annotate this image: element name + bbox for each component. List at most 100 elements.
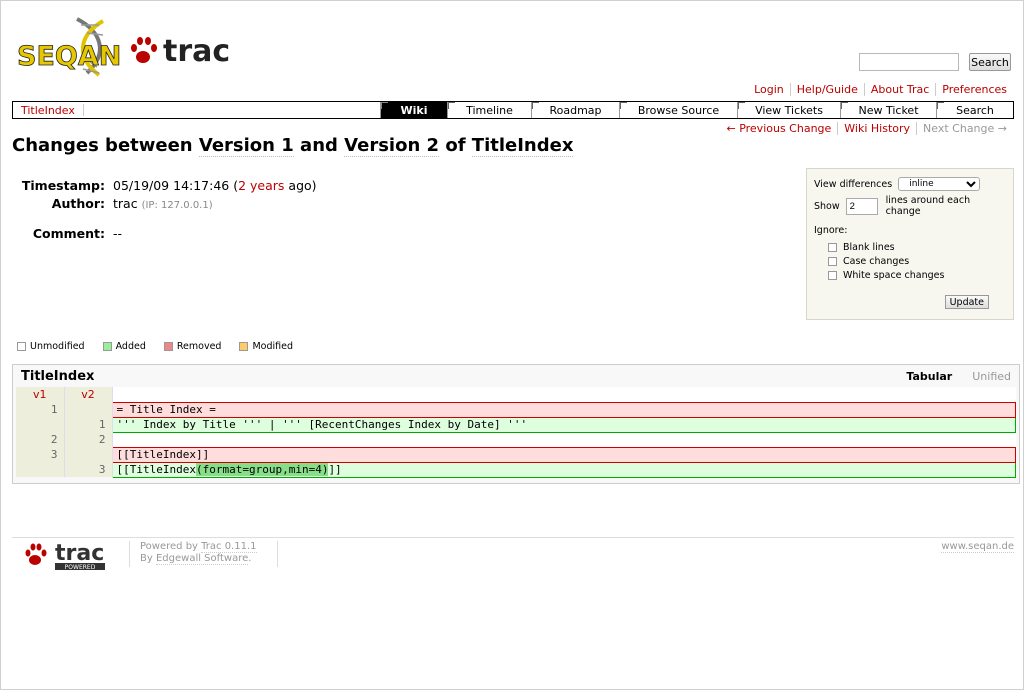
about-trac-link[interactable]: About Trac [863,83,935,96]
show-label: Show [814,200,840,212]
legend-modified: Modified [239,341,293,352]
version-2-link[interactable]: Version 2 [344,135,440,157]
change-overview: Timestamp: 05/19/09 14:17:46 (2 years ag… [21,178,317,244]
svg-text:POWERED: POWERED [65,564,96,571]
comment-value: -- [113,226,123,241]
diff-filename: TitleIndex [21,368,95,384]
line-number-v1[interactable] [16,462,65,477]
checkbox-icon[interactable] [828,256,837,266]
author-value: trac (IP: 127.0.0.1) [113,196,213,211]
trac-powered-logo[interactable]: trac POWERED [25,541,109,571]
legend-unmodified: Unmodified [17,341,85,352]
line-number-v2[interactable] [64,447,113,462]
line-number-v2[interactable] [64,402,113,417]
powered-by-text: Powered by Trac 0.11.1 By Edgewall Softw… [140,541,257,565]
author-ip: (IP: 127.0.0.1) [141,200,213,211]
help-guide-link[interactable]: Help/Guide [789,83,864,96]
nav-tab-search[interactable]: Search [936,102,1013,118]
update-button[interactable]: Update [944,295,989,309]
page-title: Changes between Version 1 and Version 2 … [12,135,574,157]
title-and: and [293,135,345,156]
nav-page-title[interactable]: TitleIndex [13,102,380,118]
checkbox-icon[interactable] [828,270,837,280]
seqan-logo[interactable]: SEQAN [17,13,129,85]
line-number-v1[interactable]: 2 [16,432,65,447]
edgewall-link[interactable]: Edgewall Software [155,553,249,565]
nav-tab-wiki[interactable]: Wiki [380,102,447,118]
unified-view-link[interactable]: Unified [972,370,1011,383]
tabular-view-link[interactable]: Tabular [906,370,952,383]
wiki-history-link[interactable]: Wiki History [837,122,916,135]
context-suffix: lines around each change [885,195,971,217]
col-v1-header: v1 [16,387,65,402]
diff-row: 1 = Title Index = [16,401,1016,418]
line-number-v1[interactable]: 1 [16,402,65,417]
line-number-v1[interactable]: 3 [16,447,65,462]
checkbox-icon[interactable] [828,242,837,252]
nav-tab-timeline[interactable]: Timeline [447,102,531,118]
swatch-icon [239,342,249,351]
author-label: Author: [51,196,105,211]
svg-text:SEQAN: SEQAN [17,41,121,72]
nav-tab-view-tickets[interactable]: View Tickets [737,102,840,118]
paw-icon [131,37,157,63]
diff-row: 2 2 [16,432,1016,447]
search-button[interactable]: Search [969,53,1011,71]
timeline-link[interactable]: 2 years [238,178,284,193]
meta-nav: Login Help/Guide About Trac Preferences [748,83,1007,96]
previous-change-link[interactable]: ← Previous Change [720,122,837,135]
diff-preferences: View differences inline Show lines aroun… [806,168,1014,320]
ignore-label: Ignore: [814,225,848,236]
line-number-v1[interactable] [16,417,65,432]
ignore-blank-lines[interactable]: Blank lines [828,240,1006,254]
diff-row: 3 [[TitleIndex(format=group,min=4)]] [16,461,1016,478]
legend-added: Added [102,341,146,352]
nav-tab-browse-source[interactable]: Browse Source [619,102,737,118]
swatch-icon [102,342,112,351]
footer-divider [12,537,1014,538]
swatch-icon [163,342,173,351]
page-name-link[interactable]: TitleIndex [471,135,574,157]
timestamp-value: 05/19/09 14:17:46 (2 years ago) [113,178,317,193]
diff-legend: Unmodified Added Removed Modified [17,341,311,352]
context-nav: ← Previous Change Wiki History Next Chan… [720,122,1007,135]
ignore-case-changes[interactable]: Case changes [828,254,1006,268]
line-number-v2[interactable]: 2 [64,432,113,447]
view-style-select[interactable]: inline [898,177,981,191]
col-v2-header: v2 [64,387,113,402]
nav-tab-roadmap[interactable]: Roadmap [531,102,619,118]
login-link[interactable]: Login [748,83,790,96]
diff-code [111,432,1016,447]
svg-text:trac: trac [55,541,104,566]
svg-text:trac: trac [163,34,229,69]
line-number-v2[interactable]: 1 [64,417,113,432]
paw-icon [25,543,47,565]
version-1-link[interactable]: Version 1 [198,135,294,157]
trac-version-link[interactable]: Trac 0.11.1 [201,541,257,553]
preferences-link[interactable]: Preferences [935,83,1007,96]
line-number-v2[interactable]: 3 [64,462,113,477]
site-link[interactable]: www.seqan.de [941,541,1014,553]
nav-tab-new-ticket[interactable]: New Ticket [840,102,936,118]
comment-label: Comment: [32,226,105,241]
diff-code: [[TitleIndex(format=group,min=4)]] [111,461,1016,478]
legend-removed: Removed [163,341,221,352]
main-nav: TitleIndex Wiki Timeline Roadmap Browse … [12,101,1014,119]
timestamp-label: Timestamp: [21,178,105,193]
diff-row: 3 [[TitleIndex]] [16,446,1016,463]
swatch-icon [17,342,26,351]
ignore-whitespace-changes[interactable]: White space changes [828,268,1006,282]
diff-code: = Title Index = [111,401,1016,418]
view-differences-label: View differences [814,178,893,190]
next-change-disabled: Next Change → [916,122,1007,135]
diff-table: v1 v2 1 = Title Index = 1 ''' Index by T… [16,387,1016,478]
trac-logo[interactable]: trac [129,31,229,71]
context-lines-input[interactable] [845,197,878,215]
title-prefix: Changes between [12,135,199,156]
inline-change-highlight: (format=group,min=4) [195,463,329,476]
diff-code: ''' Index by Title ''' | ''' [RecentChan… [111,416,1016,433]
diff-panel: TitleIndex Tabular Unified v1 v2 1 = Tit… [12,364,1020,484]
diff-row: 1 ''' Index by Title ''' | ''' [RecentCh… [16,416,1016,433]
search-input[interactable] [859,53,959,71]
diff-code: [[TitleIndex]] [111,446,1016,463]
